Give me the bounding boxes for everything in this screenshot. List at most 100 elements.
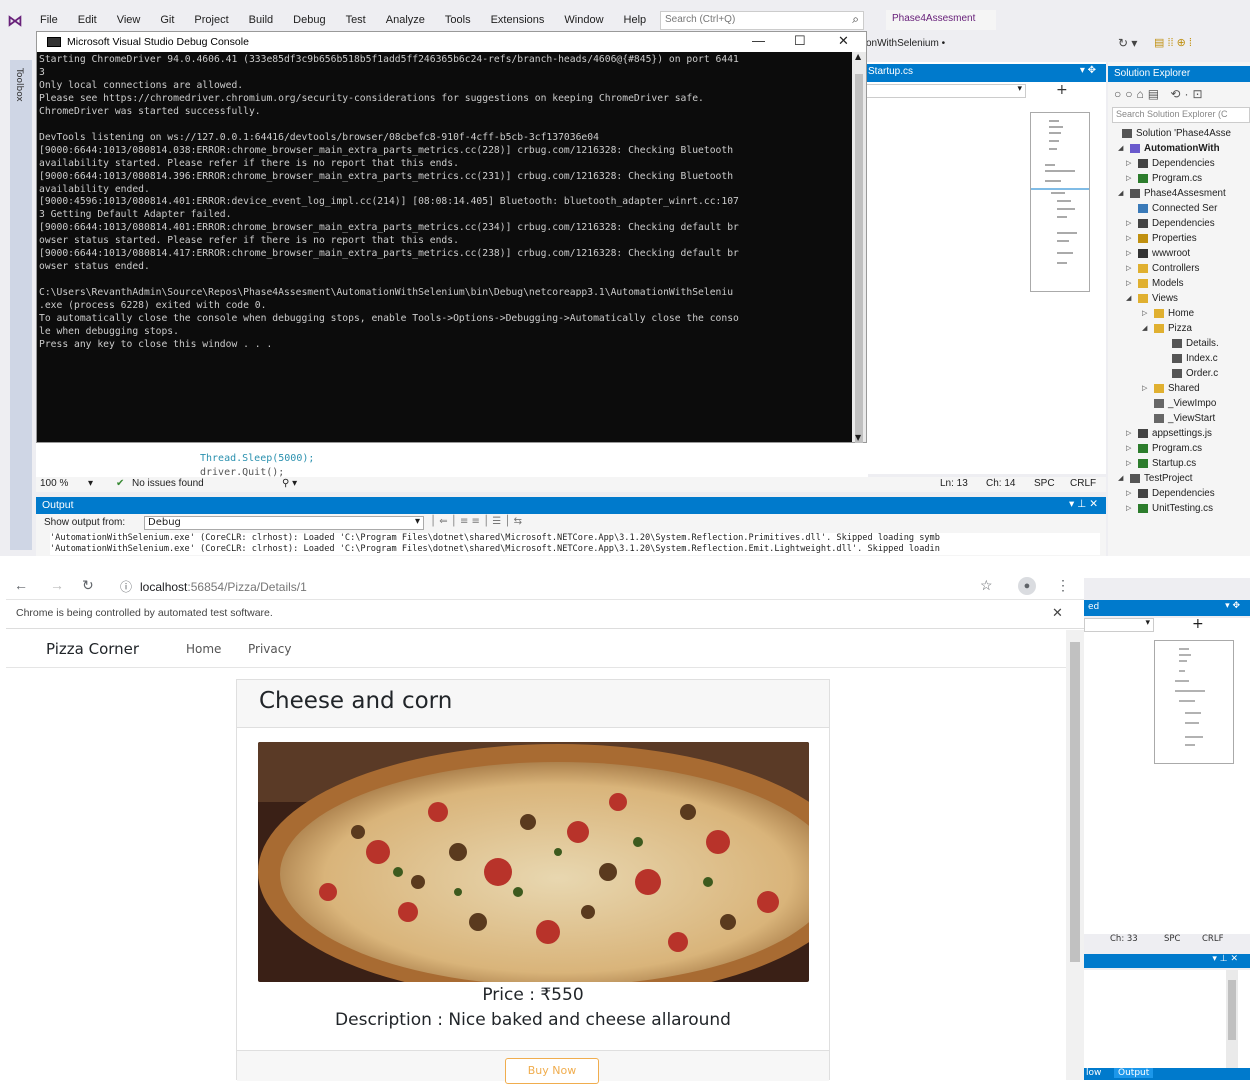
expand-arrow-icon[interactable]: ▷ bbox=[1126, 456, 1131, 471]
solution-tree-item[interactable]: ▷ UnitTesting.cs bbox=[1126, 501, 1213, 516]
bottom-tab-output[interactable]: Output bbox=[1114, 1068, 1154, 1078]
refresh-icon[interactable]: ↻ ▾ bbox=[1118, 36, 1137, 50]
pin-icon[interactable]: ▾ ✥ bbox=[1080, 65, 1096, 76]
panel-controls-icon[interactable]: ▾ ⊥ ✕ bbox=[1069, 498, 1098, 510]
solution-tree-item[interactable]: ▷ Shared bbox=[1142, 381, 1200, 396]
maximize-icon[interactable]: ☐ bbox=[794, 33, 806, 49]
pin-icon[interactable]: ▾ ✥ bbox=[1225, 601, 1240, 611]
profile-avatar-icon[interactable]: ● bbox=[1018, 577, 1036, 595]
solution-tree-item[interactable]: Connected Ser bbox=[1138, 201, 1217, 216]
solution-tree-item[interactable]: Index.c bbox=[1172, 351, 1218, 366]
toolbox-side-tab[interactable]: Toolbox bbox=[10, 60, 32, 550]
kebab-menu-icon[interactable]: ⋮ bbox=[1056, 577, 1070, 594]
solution-tree-item[interactable]: Details. bbox=[1172, 336, 1219, 351]
issues-status[interactable]: No issues found bbox=[132, 478, 204, 489]
nav-privacy[interactable]: Privacy bbox=[248, 642, 291, 656]
buy-now-button[interactable]: Buy Now bbox=[505, 1058, 599, 1084]
scroll-down-icon[interactable]: ▼ bbox=[855, 433, 861, 442]
split-editor-icon[interactable]: + bbox=[1192, 616, 1204, 632]
solution-tree-item[interactable]: _ViewStart bbox=[1154, 411, 1215, 426]
expand-arrow-icon[interactable]: ▷ bbox=[1126, 501, 1131, 516]
menu-git[interactable]: Git bbox=[150, 14, 184, 26]
expand-arrow-icon[interactable]: ▷ bbox=[1126, 486, 1131, 501]
expand-arrow-icon[interactable]: ▷ bbox=[1126, 156, 1131, 171]
solution-tree-item[interactable]: ◢ TestProject bbox=[1118, 471, 1192, 486]
expand-arrow-icon[interactable]: ▷ bbox=[1126, 246, 1131, 261]
back-arrow-icon[interactable]: ← bbox=[14, 577, 28, 593]
split-editor-icon[interactable]: + bbox=[1056, 82, 1068, 98]
solution-tree-item[interactable]: ▷ Properties bbox=[1126, 231, 1197, 246]
expand-arrow-icon[interactable]: ▷ bbox=[1126, 216, 1131, 231]
solution-search-input[interactable]: Search Solution Explorer (C bbox=[1112, 107, 1250, 123]
minimize-icon[interactable]: — bbox=[752, 33, 765, 48]
menu-debug[interactable]: Debug bbox=[283, 14, 335, 26]
menu-edit[interactable]: Edit bbox=[68, 14, 107, 26]
secondary-scrollbar[interactable] bbox=[1226, 970, 1238, 1068]
solution-tree-item[interactable]: _ViewImpo bbox=[1154, 396, 1216, 411]
expand-arrow-icon[interactable]: ◢ bbox=[1142, 321, 1147, 336]
expand-arrow-icon[interactable]: ◢ bbox=[1118, 141, 1123, 156]
expand-arrow-icon[interactable]: ◢ bbox=[1126, 291, 1131, 306]
menu-extensions[interactable]: Extensions bbox=[481, 14, 555, 26]
solution-tree-item[interactable]: ◢ Views bbox=[1126, 291, 1178, 306]
solution-tree-item[interactable]: ▷ Program.cs bbox=[1126, 171, 1202, 186]
solution-tree-item[interactable]: ▷ Dependencies bbox=[1126, 216, 1215, 231]
page-scroll-thumb[interactable] bbox=[1070, 642, 1080, 962]
expand-arrow-icon[interactable]: ▷ bbox=[1126, 231, 1131, 246]
bottom-tab-window[interactable]: low bbox=[1086, 1068, 1101, 1078]
expand-arrow-icon[interactable]: ▷ bbox=[1126, 171, 1131, 186]
solution-tree-item[interactable]: ◢ Phase4Assesment bbox=[1118, 186, 1226, 201]
solution-explorer-toolbar[interactable]: ○○⌂▤ ⟲·⊡ bbox=[1108, 84, 1250, 106]
output-toolbar-icons[interactable]: │ ⇐ │ ≡ ≡ │ ☰ │ ⇆ bbox=[430, 516, 522, 527]
toolbar-icons[interactable]: ▤ ⁞⁞ ⊕ ⁞ bbox=[1154, 36, 1192, 49]
secondary-member-dropdown[interactable]: ▾ bbox=[1084, 618, 1154, 632]
menu-tools[interactable]: Tools bbox=[435, 14, 481, 26]
menu-view[interactable]: View bbox=[107, 14, 151, 26]
solution-tree-item[interactable]: ▷ Program.cs bbox=[1126, 441, 1202, 456]
expand-arrow-icon[interactable]: ▷ bbox=[1126, 261, 1131, 276]
secondary-panel-title[interactable]: ▾ ⊥ ✕ bbox=[1084, 954, 1250, 968]
expand-arrow-icon[interactable]: ▷ bbox=[1126, 441, 1131, 456]
output-source-dropdown[interactable]: Debug ▾ bbox=[144, 516, 424, 530]
address-bar[interactable]: ⓘ localhost:56854/Pizza/Details/1 bbox=[114, 576, 994, 596]
forward-arrow-icon[interactable]: → bbox=[50, 577, 64, 593]
solution-tree-item[interactable]: ▷ Startup.cs bbox=[1126, 456, 1196, 471]
startup-project-dropdown[interactable]: onWithSelenium • bbox=[866, 38, 945, 49]
solution-tree-item[interactable]: ◢ Pizza bbox=[1142, 321, 1192, 336]
menu-file[interactable]: File bbox=[30, 14, 68, 26]
zoom-dropdown-icon[interactable]: ▾ bbox=[88, 478, 93, 489]
nav-home[interactable]: Home bbox=[186, 642, 221, 656]
solution-tree-item[interactable]: ▷ Home bbox=[1142, 306, 1194, 321]
menu-help[interactable]: Help bbox=[614, 14, 657, 26]
console-scrollbar[interactable]: ▲ ▼ bbox=[852, 52, 866, 450]
site-brand[interactable]: Pizza Corner bbox=[46, 640, 139, 658]
expand-arrow-icon[interactable]: ▷ bbox=[1126, 426, 1131, 441]
solution-tree-item[interactable]: Order.c bbox=[1172, 366, 1218, 381]
expand-arrow-icon[interactable]: ▷ bbox=[1142, 381, 1147, 396]
solution-tree-item[interactable]: ▷ Controllers bbox=[1126, 261, 1199, 276]
solution-tree-item[interactable]: Solution 'Phase4Asse bbox=[1122, 126, 1231, 141]
scroll-up-icon[interactable]: ▲ bbox=[855, 52, 861, 61]
solution-tree-item[interactable]: ▷ wwwroot bbox=[1126, 246, 1190, 261]
reload-icon[interactable]: ↻ bbox=[82, 577, 94, 594]
cleanup-icon[interactable]: ⚲ ▾ bbox=[282, 478, 297, 489]
menu-window[interactable]: Window bbox=[554, 14, 613, 26]
close-icon[interactable]: ✕ bbox=[1052, 605, 1063, 621]
menu-test[interactable]: Test bbox=[336, 14, 376, 26]
solution-tree-item[interactable]: ◢ AutomationWith bbox=[1118, 141, 1220, 156]
tab-startup-cs[interactable]: Startup.cs ▾ ✥ bbox=[866, 64, 1106, 82]
solution-tree-item[interactable]: ▷ Dependencies bbox=[1126, 486, 1215, 501]
expand-arrow-icon[interactable]: ▷ bbox=[1142, 306, 1147, 321]
info-icon[interactable]: ⓘ bbox=[120, 580, 132, 594]
menu-build[interactable]: Build bbox=[239, 14, 283, 26]
page-scrollbar[interactable] bbox=[1066, 630, 1084, 1080]
solution-tree-item[interactable]: ▷ Models bbox=[1126, 276, 1184, 291]
menu-project[interactable]: Project bbox=[184, 14, 238, 26]
code-editor-visible-lines[interactable]: Thread.Sleep(5000); driver.Quit(); bbox=[36, 443, 868, 478]
close-icon[interactable]: ✕ bbox=[838, 33, 849, 49]
solution-tree-item[interactable]: ▷ Dependencies bbox=[1126, 156, 1215, 171]
solution-tree-item[interactable]: ▷ appsettings.js bbox=[1126, 426, 1212, 441]
scroll-thumb[interactable] bbox=[855, 74, 863, 450]
menu-analyze[interactable]: Analyze bbox=[376, 14, 435, 26]
star-icon[interactable]: ☆ bbox=[980, 577, 993, 594]
